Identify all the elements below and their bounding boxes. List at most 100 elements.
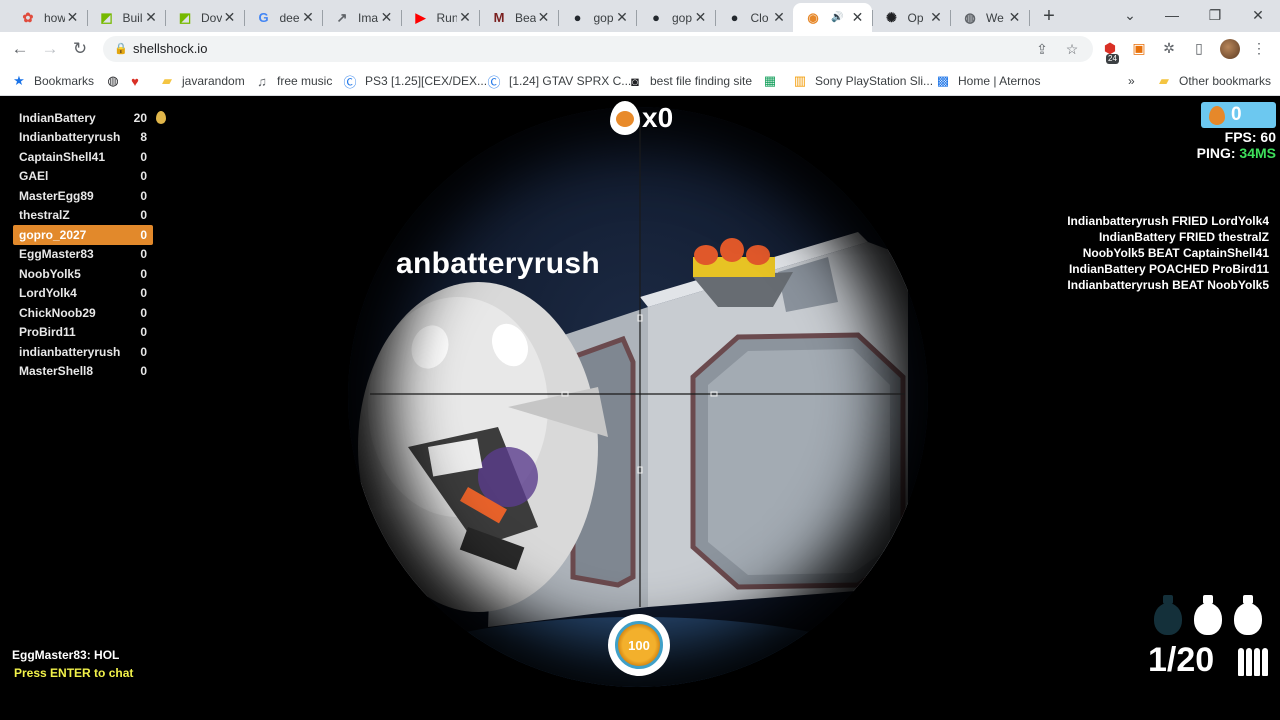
bookmark-item[interactable]: ▥ Sony PlayStation Sli... xyxy=(793,72,933,90)
leaderboard-row: IndianBattery 20 xyxy=(13,108,153,128)
reload-button[interactable]: ↻ xyxy=(68,37,92,61)
bookmark-label: Sony PlayStation Sli... xyxy=(815,74,934,88)
leaderboard-row: MasterEgg89 0 xyxy=(13,186,153,206)
tab-separator xyxy=(1028,10,1030,26)
browser-tab[interactable]: ◩ Dov ✕ xyxy=(165,3,245,32)
minimize-button[interactable]: — xyxy=(1157,4,1187,26)
kill-feed-entry: Indianbatteryrush FRIED LordYolk4 xyxy=(1067,214,1269,228)
close-tab-icon[interactable]: ✕ xyxy=(850,9,866,26)
side-panel-icon[interactable]: ▯ xyxy=(1188,37,1210,59)
browser-tab[interactable]: ● gop ✕ xyxy=(636,3,716,32)
c-icon: Ⓒ xyxy=(487,74,501,90)
close-tab-icon[interactable]: ✕ xyxy=(928,9,944,26)
close-tab-icon[interactable]: ✕ xyxy=(457,9,473,26)
menu-icon[interactable]: ⋮ xyxy=(1248,37,1270,59)
browser-tab[interactable]: ● Clo ✕ xyxy=(715,3,794,32)
m-icon: M xyxy=(493,10,505,25)
close-tab-icon[interactable]: ✕ xyxy=(536,9,552,26)
close-tab-icon[interactable]: ✕ xyxy=(771,9,787,26)
leaderboard-row: LordYolk4 0 xyxy=(13,284,153,304)
bookmark-label: Other bookmarks xyxy=(1179,74,1272,88)
bookmark-item[interactable]: ▰ javarandom xyxy=(160,72,245,90)
address-bar[interactable]: 🔒 shellshock.io ⇪ ☆ xyxy=(103,36,1093,62)
browser-tab[interactable]: Gdee ✕ xyxy=(244,3,323,32)
bookmark-item[interactable]: ★ Bookmarks xyxy=(12,72,94,90)
tab-label: Dov xyxy=(201,10,222,25)
shellshock-icon: ◉ xyxy=(807,9,819,25)
openai-icon: ✺ xyxy=(886,9,897,25)
leaderboard-name: CaptainShell41 xyxy=(19,149,106,164)
scope-view xyxy=(348,107,928,687)
bookmark-item[interactable]: ◙ best file finding site xyxy=(628,72,752,90)
browser-tab[interactable]: M Bea ✕ xyxy=(479,3,559,32)
browser-tab[interactable]: ◍ We ✕ xyxy=(950,3,1030,32)
extension-badge: 24 xyxy=(1106,54,1119,64)
puzzle-icon[interactable]: ✲ xyxy=(1158,37,1180,59)
egg-skull-icon xyxy=(610,101,640,135)
leaderboard-row: EggMaster83 0 xyxy=(13,245,153,265)
browser-tab[interactable]: ✿ how ✕ xyxy=(8,3,88,32)
tab-bar: ✿ how ✕ ◩ Buil ✕ ◩ Dov ✕ Gdee ✕ ↗ Ima ✕ ▶ Run ✕ M Bea ✕ ● gop… xyxy=(0,0,1280,32)
bookmark-star-icon[interactable]: ☆ xyxy=(1063,40,1081,58)
music-icon: ♫ xyxy=(257,73,267,89)
leaderboard-row: NoobYolk5 0 xyxy=(13,264,153,284)
browser-tab[interactable]: ▶ Run ✕ xyxy=(401,3,480,32)
close-tab-icon[interactable]: ✕ xyxy=(222,9,238,26)
apps-icon: ✿ xyxy=(22,9,34,25)
extension-icon[interactable]: ▣ xyxy=(1128,37,1150,59)
leaderboard-score: 0 xyxy=(140,325,147,340)
leaderboard-score: 20 xyxy=(133,110,147,125)
leaderboard-score: 0 xyxy=(140,305,147,320)
avatar[interactable] xyxy=(1220,39,1240,59)
killstreak: x0 xyxy=(610,101,673,135)
leaderboard-name: ProBird11 xyxy=(19,325,76,340)
leaderboard-row: thestralZ 0 xyxy=(13,206,153,226)
forward-button[interactable]: → xyxy=(38,37,62,61)
close-tab-icon[interactable]: ✕ xyxy=(65,9,81,26)
close-window-button[interactable]: ✕ xyxy=(1243,4,1273,26)
tab-label: gop xyxy=(593,10,614,25)
bookmark-item[interactable]: Ⓒ [1.24] GTAV SPRX C... xyxy=(487,72,631,90)
browser-tab[interactable]: ✺ Op ✕ xyxy=(872,3,951,32)
aternos-icon: ▩ xyxy=(936,73,950,88)
tab-label: Clo xyxy=(750,10,769,25)
close-tab-icon[interactable]: ✕ xyxy=(614,9,630,26)
globe-icon: ◍ xyxy=(107,73,119,88)
new-tab-button[interactable]: + xyxy=(1038,5,1060,27)
close-tab-icon[interactable]: ✕ xyxy=(693,9,709,26)
bookmark-item[interactable]: ◍ xyxy=(106,72,128,90)
url-text: shellshock.io xyxy=(133,41,208,56)
browser-tab[interactable]: ↗ Ima ✕ xyxy=(322,3,402,32)
speaker-icon[interactable]: 🔊 xyxy=(831,12,843,23)
leaderboard-score: 0 xyxy=(140,149,147,164)
chevron-down-icon[interactable]: ⌄ xyxy=(1115,4,1145,26)
game-scene xyxy=(358,232,908,687)
maximize-button[interactable]: ❐ xyxy=(1200,4,1230,26)
share-icon[interactable]: ⇪ xyxy=(1033,40,1051,58)
leaderboard-name: IndianBattery xyxy=(19,110,96,125)
star-icon: ★ xyxy=(13,73,25,88)
back-button[interactable]: ← xyxy=(8,37,32,61)
close-tab-icon[interactable]: ✕ xyxy=(379,9,395,26)
browser-tab[interactable]: ● gop ✕ xyxy=(558,3,637,32)
bookmark-item[interactable]: ▰ Other bookmarks xyxy=(1157,72,1271,90)
killstreak-count: x0 xyxy=(642,102,674,133)
egg-icon xyxy=(156,111,166,124)
bookmark-item[interactable]: ♫ free music xyxy=(255,72,332,90)
close-tab-icon[interactable]: ✕ xyxy=(143,9,159,26)
browser-tab[interactable]: ◉ 🔊 ✕ xyxy=(793,3,873,32)
close-tab-icon[interactable]: ✕ xyxy=(1007,9,1023,26)
bookmark-item[interactable]: ▩ Home | Aternos xyxy=(936,72,1041,90)
bookmark-item[interactable]: ♥ xyxy=(128,72,150,90)
browser-toolbar: ← → ↻ 🔒 shellshock.io ⇪ ☆ ⬢ 24 ▣ ✲ ▯ ⋮ xyxy=(0,32,1280,66)
leaderboard-score: 0 xyxy=(140,227,147,242)
leaderboard-name: ChickNoob29 xyxy=(19,305,96,320)
ammo-count: 1/20 xyxy=(1148,641,1215,679)
close-tab-icon[interactable]: ✕ xyxy=(300,9,316,26)
more-bookmarks-icon[interactable]: » xyxy=(1128,72,1135,90)
browser-tab[interactable]: ◩ Buil ✕ xyxy=(87,3,166,32)
bookmark-item[interactable]: ▦ xyxy=(763,72,785,90)
bookmark-item[interactable]: Ⓒ PS3 [1.25][CEX/DEX... xyxy=(343,72,487,90)
lock-icon[interactable]: 🔒 xyxy=(113,41,129,57)
game-viewport[interactable]: anbatteryrush IndianBattery 20 Indianbatte… xyxy=(0,97,1280,720)
